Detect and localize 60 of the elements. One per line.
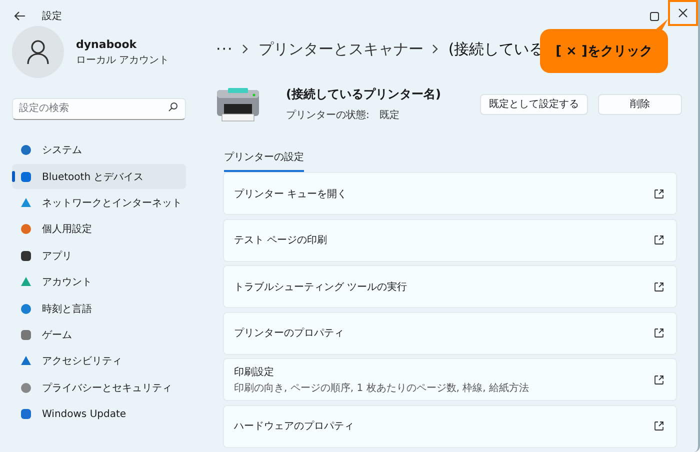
row-title: プリンター キューを開く xyxy=(234,188,348,200)
category-icon xyxy=(20,355,32,368)
user-name: dynabook xyxy=(76,38,138,50)
chevron-icon xyxy=(432,44,440,54)
sidebar-item[interactable]: システム xyxy=(12,138,186,162)
external-link-icon xyxy=(654,235,664,245)
settings-row[interactable]: プリンターのプロパティ xyxy=(223,312,677,354)
sidebar-item[interactable]: プライバシーとセキュリティ xyxy=(12,376,186,400)
sidebar-item[interactable]: ゲーム xyxy=(12,322,186,348)
sidebar-item[interactable]: 個人用設定 xyxy=(12,217,186,242)
printer-status: プリンターの状態: 既定 xyxy=(286,108,400,122)
row-title: プリンターのプロパティ xyxy=(234,326,345,340)
settings-row[interactable]: テスト ページの印刷 xyxy=(223,218,677,262)
external-link-icon xyxy=(654,374,664,384)
category-icon xyxy=(20,144,32,156)
sidebar-item[interactable]: アカウント xyxy=(12,270,186,294)
sidebar-item[interactable]: 時刻と言語 xyxy=(12,296,186,321)
row-description: 印刷の向き, ページの順序, 1 枚あたりのページ数, 枠線, 給紙方法 xyxy=(234,382,530,394)
delete-button[interactable]: 削除 xyxy=(598,94,682,114)
sidebar-item[interactable]: アクセシビリティ xyxy=(12,349,186,374)
search-field[interactable]: 設定の検索 xyxy=(12,98,186,120)
sidebar-item[interactable]: Windows Update xyxy=(12,402,186,426)
window-title: 設定 xyxy=(42,10,62,23)
category-icon xyxy=(20,328,32,341)
avatar xyxy=(12,26,64,78)
category-icon xyxy=(20,170,32,183)
sidebar-item[interactable]: アプリ xyxy=(12,244,186,268)
close-icon xyxy=(678,8,688,18)
settings-row[interactable]: 印刷設定 印刷の向き, ページの順序, 1 枚あたりのページ数, 枠線, 給紙方法 xyxy=(223,358,677,401)
printer-name: (接続しているプリンター名) xyxy=(286,86,441,103)
external-link-icon xyxy=(654,421,664,431)
category-icon xyxy=(20,302,32,315)
sidebar-item[interactable]: ネットワークとインターネット xyxy=(12,190,186,216)
external-link-icon xyxy=(654,188,664,198)
settings-row[interactable]: トラブルシューティング ツールの実行 xyxy=(223,265,677,308)
category-icon xyxy=(20,250,32,262)
category-icon xyxy=(20,276,32,288)
category-icon xyxy=(20,382,32,394)
row-title: 印刷設定 xyxy=(234,366,275,378)
sidebar-item[interactable]: Bluetooth とデバイス xyxy=(12,164,186,189)
category-icon xyxy=(20,408,32,420)
account-type: ローカル アカウント xyxy=(76,54,170,66)
external-link-icon xyxy=(654,282,664,292)
settings-row[interactable]: ハードウェアのプロパティ xyxy=(223,404,677,448)
set-default-button[interactable]: 既定として設定する xyxy=(480,94,588,114)
search-icon xyxy=(168,102,178,112)
chevron-icon xyxy=(242,44,250,54)
close-button[interactable] xyxy=(668,0,698,26)
row-title: トラブルシューティング ツールの実行 xyxy=(234,280,408,294)
external-link-icon xyxy=(654,328,664,338)
settings-row[interactable]: プリンター キューを開く xyxy=(223,172,677,215)
row-title: テスト ページの印刷 xyxy=(234,234,328,247)
callout-text: [ × ]をクリック xyxy=(556,43,652,60)
row-title: ハードウェアのプロパティ xyxy=(234,420,355,433)
printer-icon xyxy=(216,85,260,123)
category-icon xyxy=(20,223,32,236)
category-icon xyxy=(20,196,32,209)
breadcrumb-link[interactable]: プリンターとスキャナー xyxy=(258,40,424,58)
more-icon[interactable]: ··· xyxy=(216,40,234,58)
back-icon[interactable] xyxy=(14,11,26,21)
